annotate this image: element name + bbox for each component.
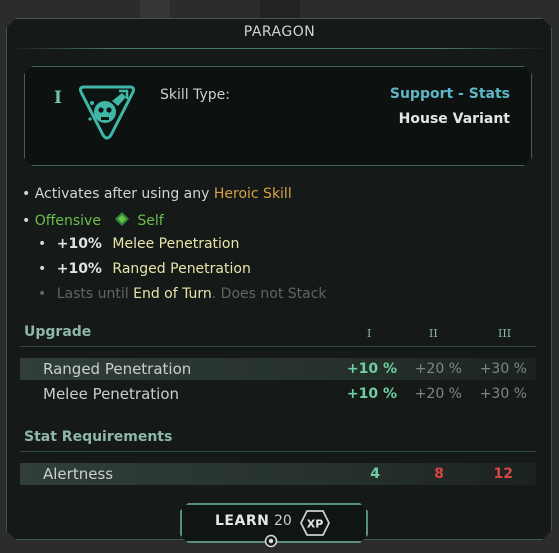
upgrade-title: Upgrade bbox=[24, 324, 92, 340]
upgrade-divider bbox=[20, 346, 536, 347]
effect-line: • +10% Ranged Penetration bbox=[38, 261, 251, 277]
skill-type-value: Support - Stats bbox=[389, 86, 510, 102]
heroic-skill-link[interactable]: Heroic Skill bbox=[214, 186, 292, 202]
requirement-row-label: Alertness bbox=[43, 465, 114, 483]
requirement-value-unmet: 12 bbox=[493, 466, 513, 482]
effect-stat: Melee Penetration bbox=[112, 236, 240, 252]
effect-stat: Ranged Penetration bbox=[112, 261, 251, 277]
upgrade-row-label: Ranged Penetration bbox=[43, 360, 192, 378]
self-tag: Self bbox=[137, 213, 164, 229]
requirement-value-met: 4 bbox=[370, 466, 380, 482]
level-header-2: II bbox=[429, 327, 438, 340]
effect-value: +10% bbox=[56, 261, 102, 277]
effect-line: • +10% Melee Penetration bbox=[38, 236, 239, 252]
upgrade-value: +20 % bbox=[414, 361, 462, 377]
upgrade-row-label: Melee Penetration bbox=[43, 385, 180, 403]
skill-type-label: Skill Type: bbox=[160, 87, 230, 103]
target-bullet: • bbox=[22, 213, 35, 229]
target-line: • Offensive Self bbox=[22, 211, 164, 229]
duration-end: End of Turn bbox=[133, 286, 212, 302]
skill-tier: I bbox=[54, 88, 62, 108]
requirement-value-unmet: 8 bbox=[434, 466, 444, 482]
title-divider bbox=[8, 48, 548, 49]
level-header-1: I bbox=[367, 327, 372, 340]
upgrade-value-current: +10 % bbox=[346, 386, 397, 402]
duration-prefix: Lasts until bbox=[56, 286, 134, 302]
offensive-tag: Offensive bbox=[34, 213, 101, 229]
upgrade-value: +30 % bbox=[479, 361, 527, 377]
effect-value: +10% bbox=[56, 236, 102, 252]
diamond-icon bbox=[115, 212, 130, 226]
learn-cost[interactable]: 20 bbox=[274, 513, 292, 529]
activation-text: • Activates after using any bbox=[22, 186, 214, 202]
wrench-skull-icon bbox=[78, 85, 136, 140]
upgrade-value-current: +10 % bbox=[346, 361, 397, 377]
requirements-title: Stat Requirements bbox=[24, 429, 173, 445]
xp-badge-icon[interactable]: XP bbox=[299, 509, 331, 537]
requirements-divider bbox=[20, 451, 536, 452]
xp-label: XP bbox=[307, 518, 324, 531]
effect-bullet: • bbox=[38, 261, 47, 277]
target-icon bbox=[264, 534, 278, 548]
window-title: PARAGON bbox=[243, 24, 316, 40]
effect-bullet: • bbox=[38, 236, 47, 252]
level-header-3: III bbox=[498, 327, 512, 340]
duration-line: • Lasts until End of Turn. Does not Stac… bbox=[38, 286, 327, 302]
activation-line: • Activates after using any Heroic Skill bbox=[22, 186, 292, 202]
duration-bullet: • bbox=[38, 286, 47, 302]
duration-suffix: . Does not Stack bbox=[211, 286, 327, 302]
skill-variant: House Variant bbox=[398, 111, 510, 127]
learn-label[interactable]: LEARN bbox=[215, 513, 269, 529]
upgrade-value: +30 % bbox=[479, 386, 527, 402]
upgrade-value: +20 % bbox=[414, 386, 462, 402]
